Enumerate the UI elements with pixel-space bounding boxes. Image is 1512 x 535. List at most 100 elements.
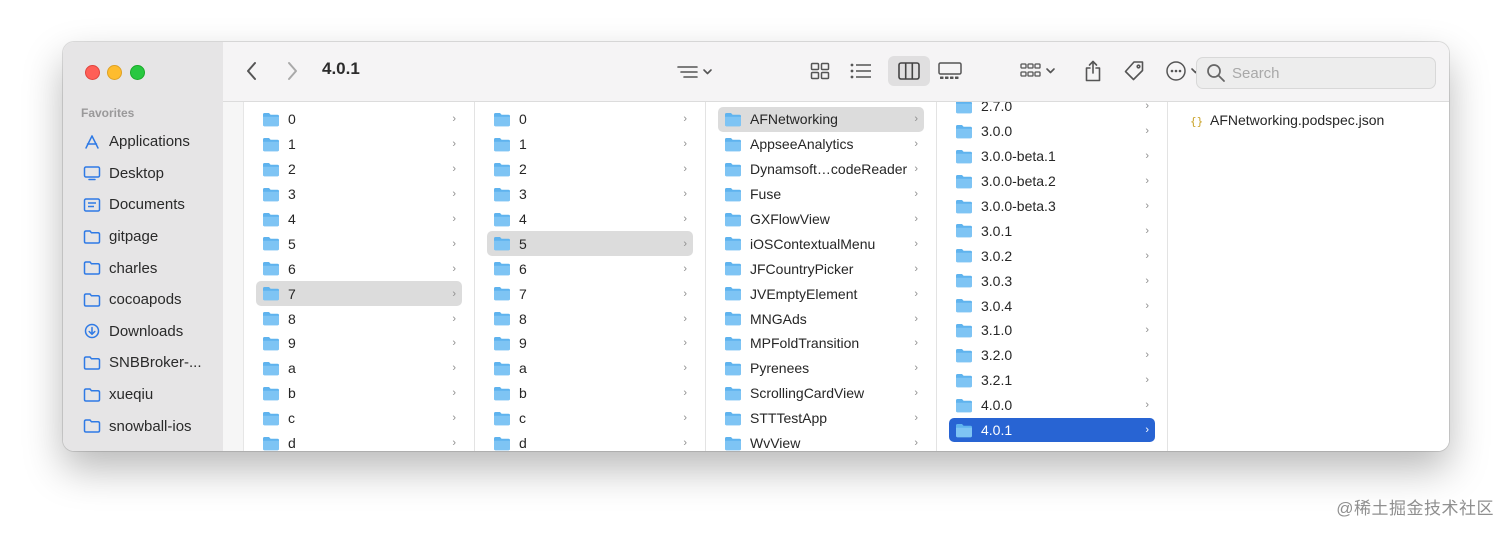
folder-icon	[955, 348, 973, 363]
folder-row[interactable]: 8 ›	[487, 306, 693, 331]
folder-row[interactable]: STTTestApp ›	[718, 406, 924, 431]
folder-row[interactable]: MPFoldTransition ›	[718, 331, 924, 356]
folder-row[interactable]: Pyrenees ›	[718, 356, 924, 381]
folder-row[interactable]: 3.0.2 ›	[949, 243, 1155, 268]
sidebar-item[interactable]: d...	[63, 442, 223, 451]
icon-view-button[interactable]	[805, 57, 835, 85]
search-field[interactable]	[1196, 57, 1436, 89]
folder-name: 2	[288, 161, 296, 178]
group-by-button[interactable]	[673, 58, 717, 86]
column-4[interactable]: 2.7.0 › 3.0.0 › 3.0.0-beta.1 › 3.0.0-beta.2 › 3.…	[937, 102, 1168, 451]
folder-icon	[955, 298, 973, 313]
sidebar-item[interactable]: xueqiu	[63, 379, 223, 411]
column-view-button[interactable]	[888, 56, 930, 86]
folder-row[interactable]: 1 ›	[256, 132, 462, 157]
folder-row[interactable]: WvView ›	[718, 431, 924, 451]
folder-row[interactable]: 3.0.3 ›	[949, 268, 1155, 293]
folder-row[interactable]: c ›	[487, 406, 693, 431]
folder-row[interactable]: c ›	[256, 406, 462, 431]
back-button[interactable]	[241, 59, 263, 83]
folder-row[interactable]: 3.2.1 ›	[949, 368, 1155, 393]
folder-row[interactable]: 2 ›	[256, 157, 462, 182]
sidebar-item[interactable]: gitpage	[63, 221, 223, 253]
folder-row[interactable]: 7 ›	[256, 281, 462, 307]
chevron-right-icon: ›	[452, 337, 456, 350]
sidebar-item[interactable]: snowball-ios	[63, 410, 223, 442]
folder-row[interactable]: 0 ›	[256, 107, 462, 132]
column-3[interactable]: AFNetworking › AppseeAnalytics › Dynamsoft…c…	[706, 102, 937, 451]
folder-row[interactable]: b ›	[256, 381, 462, 406]
folder-row[interactable]: 3.0.0-beta.1 ›	[949, 144, 1155, 169]
arrange-button[interactable]	[1017, 57, 1061, 85]
chevron-right-icon: ›	[914, 113, 918, 126]
file-row[interactable]: {} AFNetworking.podspec.json	[1188, 112, 1384, 128]
folder-row[interactable]: JFCountryPicker ›	[718, 256, 924, 281]
zoom-button[interactable]	[130, 65, 145, 80]
sidebar-item[interactable]: Documents	[63, 189, 223, 221]
share-button[interactable]	[1079, 56, 1107, 86]
chevron-right-icon: ›	[683, 287, 687, 300]
column-1[interactable]: 0 › 1 › 2 › 3 › 4 › 5 › 6 › 7 › 8 › 9 › a › b › c › d ›	[244, 102, 475, 451]
folder-row[interactable]: a ›	[256, 356, 462, 381]
sidebar-item[interactable]: SNBBroker-...	[63, 347, 223, 379]
folder-icon	[955, 102, 973, 114]
search-input[interactable]	[1232, 64, 1422, 82]
folder-row[interactable]: MNGAds ›	[718, 306, 924, 331]
chevron-right-icon: ›	[914, 337, 918, 350]
sidebar-item[interactable]: cocoapods	[63, 284, 223, 316]
folder-row[interactable]: 4.0.0 ›	[949, 393, 1155, 418]
folder-row[interactable]: 3.0.0-beta.3 ›	[949, 194, 1155, 219]
folder-row[interactable]: 6 ›	[487, 256, 693, 281]
folder-row[interactable]: 3.0.1 ›	[949, 218, 1155, 243]
sidebar-item[interactable]: Desktop	[63, 158, 223, 190]
folder-row[interactable]: GXFlowView ›	[718, 207, 924, 232]
folder-row[interactable]: 8 ›	[256, 306, 462, 331]
folder-row[interactable]: 9 ›	[256, 331, 462, 356]
folder-row[interactable]: Dynamsoft…codeReader ›	[718, 157, 924, 182]
sidebar-item-label: Applications	[109, 133, 190, 151]
folder-row[interactable]: 4.0.1 ›	[949, 417, 1155, 443]
gallery-view-button[interactable]	[935, 57, 965, 85]
tag-button[interactable]	[1120, 56, 1148, 86]
folder-row[interactable]: 7 ›	[487, 281, 693, 306]
folder-icon	[262, 212, 280, 227]
sidebar-item[interactable]: charles	[63, 252, 223, 284]
folder-row[interactable]: 3.1.0 ›	[949, 318, 1155, 343]
minimize-button[interactable]	[107, 65, 122, 80]
folder-row[interactable]: AppseeAnalytics ›	[718, 132, 924, 157]
sidebar-item[interactable]: Downloads	[63, 316, 223, 348]
folder-row[interactable]: 5 ›	[256, 231, 462, 256]
folder-row[interactable]: 1 ›	[487, 132, 693, 157]
folder-row[interactable]: Fuse ›	[718, 182, 924, 207]
close-button[interactable]	[85, 65, 100, 80]
folder-row[interactable]: 2 ›	[487, 157, 693, 182]
folder-row[interactable]: 3.0.0 ›	[949, 119, 1155, 144]
folder-row[interactable]: 3 ›	[487, 182, 693, 207]
folder-row[interactable]: 9 ›	[487, 331, 693, 356]
forward-button[interactable]	[281, 59, 303, 83]
list-view-button[interactable]	[846, 57, 876, 85]
folder-row[interactable]: 2.7.0 ›	[949, 102, 1155, 119]
folder-row[interactable]: JVEmptyElement ›	[718, 281, 924, 306]
sidebar-item[interactable]: Applications	[63, 126, 223, 158]
folder-row[interactable]: AFNetworking ›	[718, 107, 924, 132]
folder-row[interactable]: d ›	[487, 431, 693, 451]
folder-row[interactable]: 0 ›	[487, 107, 693, 132]
folder-row[interactable]: 6 ›	[256, 256, 462, 281]
folder-row[interactable]: a ›	[487, 356, 693, 381]
folder-name: 3.1.0	[981, 322, 1013, 339]
folder-row[interactable]: 5 ›	[487, 231, 693, 257]
folder-row[interactable]: b ›	[487, 381, 693, 406]
folder-row[interactable]: 3.0.4 ›	[949, 293, 1155, 318]
column-2[interactable]: 0 › 1 › 2 › 3 › 4 › 5 › 6 › 7 › 8 › 9 › a › b › c › d ›	[475, 102, 706, 451]
chevron-right-icon: ›	[1145, 299, 1149, 312]
folder-row[interactable]: ScrollingCardView ›	[718, 381, 924, 406]
folder-row[interactable]: 3.0.0-beta.2 ›	[949, 169, 1155, 194]
folder-row[interactable]: 3 ›	[256, 182, 462, 207]
folder-row[interactable]: 4 ›	[256, 207, 462, 232]
folder-row[interactable]: 4 ›	[487, 207, 693, 232]
folder-row[interactable]: iOSContextualMenu ›	[718, 231, 924, 256]
folder-row[interactable]: 3.2.0 ›	[949, 343, 1155, 368]
folder-row[interactable]: d ›	[256, 431, 462, 451]
folder-icon	[83, 260, 101, 276]
